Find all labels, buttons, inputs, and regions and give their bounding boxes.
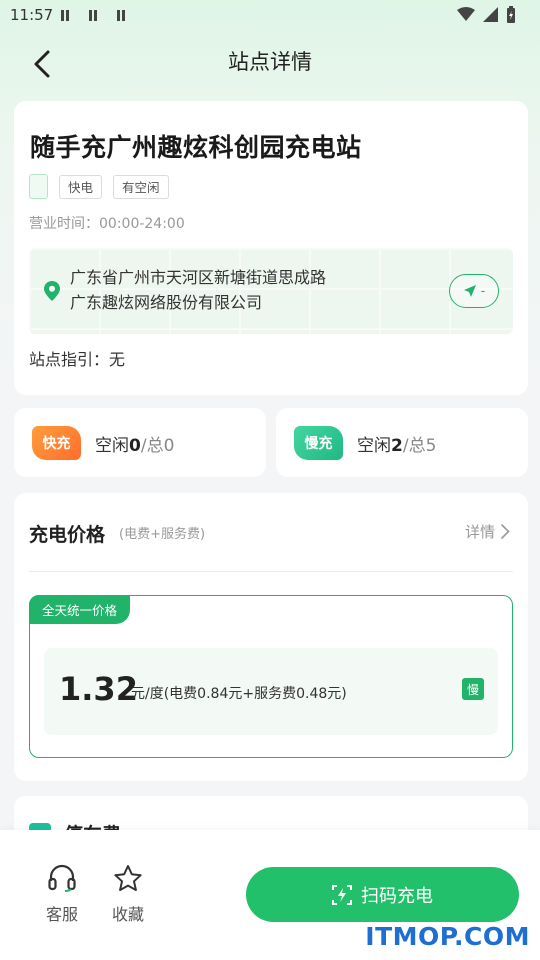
notification-icon xyxy=(117,10,127,21)
battery-icon xyxy=(507,6,515,23)
page-title: 站点详情 xyxy=(228,50,312,74)
slow-charger-count: 空闲2/总5 xyxy=(357,431,436,456)
brand-tag xyxy=(29,174,48,199)
tag-available: 有空闲 xyxy=(113,174,169,199)
bottom-action-bar: 客服 收藏 扫码充电 ITMOP.COM xyxy=(0,830,540,960)
station-guide: 站点指引：无 xyxy=(29,350,126,369)
scan-to-charge-label: 扫码充电 xyxy=(361,885,433,907)
scan-to-charge-button[interactable]: 扫码充电 xyxy=(246,867,519,922)
station-info-card: 随手充广州趣炫科创园充电站 快电 有空闲 营业时间：00:00-24:00 广东… xyxy=(14,101,528,395)
station-tags: 快电 有空闲 xyxy=(29,174,169,199)
slow-charge-badge: 慢充 xyxy=(294,426,343,460)
location-pin-icon xyxy=(44,281,60,301)
price-title: 充电价格 xyxy=(29,524,106,546)
slow-type-chip: 慢 xyxy=(462,678,484,700)
free-label: 空闲 xyxy=(357,436,391,456)
total-count: 5 xyxy=(425,436,437,456)
customer-service-button[interactable]: 客服 xyxy=(37,862,87,925)
free-count: 0 xyxy=(129,436,141,456)
address-line-1: 广东省广州市天河区新塘街道思成路 xyxy=(70,268,327,287)
notification-icon xyxy=(89,10,99,21)
address-text: 广东省广州市天河区新塘街道思成路 广东趣炫网络股份有限公司 xyxy=(70,265,326,315)
price-plan-detail: 1.32 元/度(电费0.84元+服务费0.48元) 慢 xyxy=(44,648,498,735)
fast-charger-card[interactable]: 快充 空闲0/总0 xyxy=(14,408,266,477)
fast-charge-badge: 快充 xyxy=(32,426,81,460)
star-icon xyxy=(114,864,142,891)
scan-charge-icon xyxy=(332,884,352,905)
price-card: 充电价格 (电费+服务费) 详情 全天统一价格 1.32 元/度(电费0.84元… xyxy=(14,493,528,781)
fast-charger-count: 空闲0/总0 xyxy=(95,431,174,456)
divider xyxy=(29,571,513,572)
status-bar: 11:57 xyxy=(0,0,540,32)
headset-icon xyxy=(48,864,76,892)
total-label: /总 xyxy=(140,436,164,456)
chevron-right-icon xyxy=(501,524,510,539)
price-value: 1.32 xyxy=(59,670,138,708)
total-label: /总 xyxy=(402,436,426,456)
price-breakdown: 元/度(电费0.84元+服务费0.48元) xyxy=(131,686,347,702)
navigate-distance: - xyxy=(480,283,486,299)
tag-fast-charge: 快电 xyxy=(59,174,103,199)
business-hours: 营业时间：00:00-24:00 xyxy=(29,216,185,232)
watermark: ITMOP.COM xyxy=(365,922,530,951)
slow-charger-card[interactable]: 慢充 空闲2/总5 xyxy=(276,408,528,477)
total-count: 0 xyxy=(163,436,175,456)
price-plan-label: 全天统一价格 xyxy=(29,595,130,624)
free-label: 空闲 xyxy=(95,436,129,456)
price-detail-label: 详情 xyxy=(464,523,495,541)
favorite-label: 收藏 xyxy=(111,905,144,924)
price-subtitle: (电费+服务费) xyxy=(119,527,206,542)
address-box[interactable]: 广东省广州市天河区新塘街道思成路 广东趣炫网络股份有限公司 - xyxy=(29,248,513,334)
price-detail-link[interactable]: 详情 xyxy=(465,521,510,542)
status-time: 11:57 xyxy=(10,6,54,24)
address-line-2: 广东趣炫网络股份有限公司 xyxy=(70,293,263,312)
signal-icon xyxy=(483,7,498,22)
navigate-button[interactable]: - xyxy=(449,274,499,308)
favorite-button[interactable]: 收藏 xyxy=(103,862,153,925)
navigation-arrow-icon xyxy=(463,285,476,297)
station-name: 随手充广州趣炫科创园充电站 xyxy=(30,133,362,162)
wifi-icon xyxy=(457,7,475,21)
customer-service-label: 客服 xyxy=(45,905,78,924)
notification-icon xyxy=(61,10,71,21)
price-plan-box: 全天统一价格 1.32 元/度(电费0.84元+服务费0.48元) 慢 xyxy=(29,595,513,758)
free-count: 2 xyxy=(391,436,403,456)
